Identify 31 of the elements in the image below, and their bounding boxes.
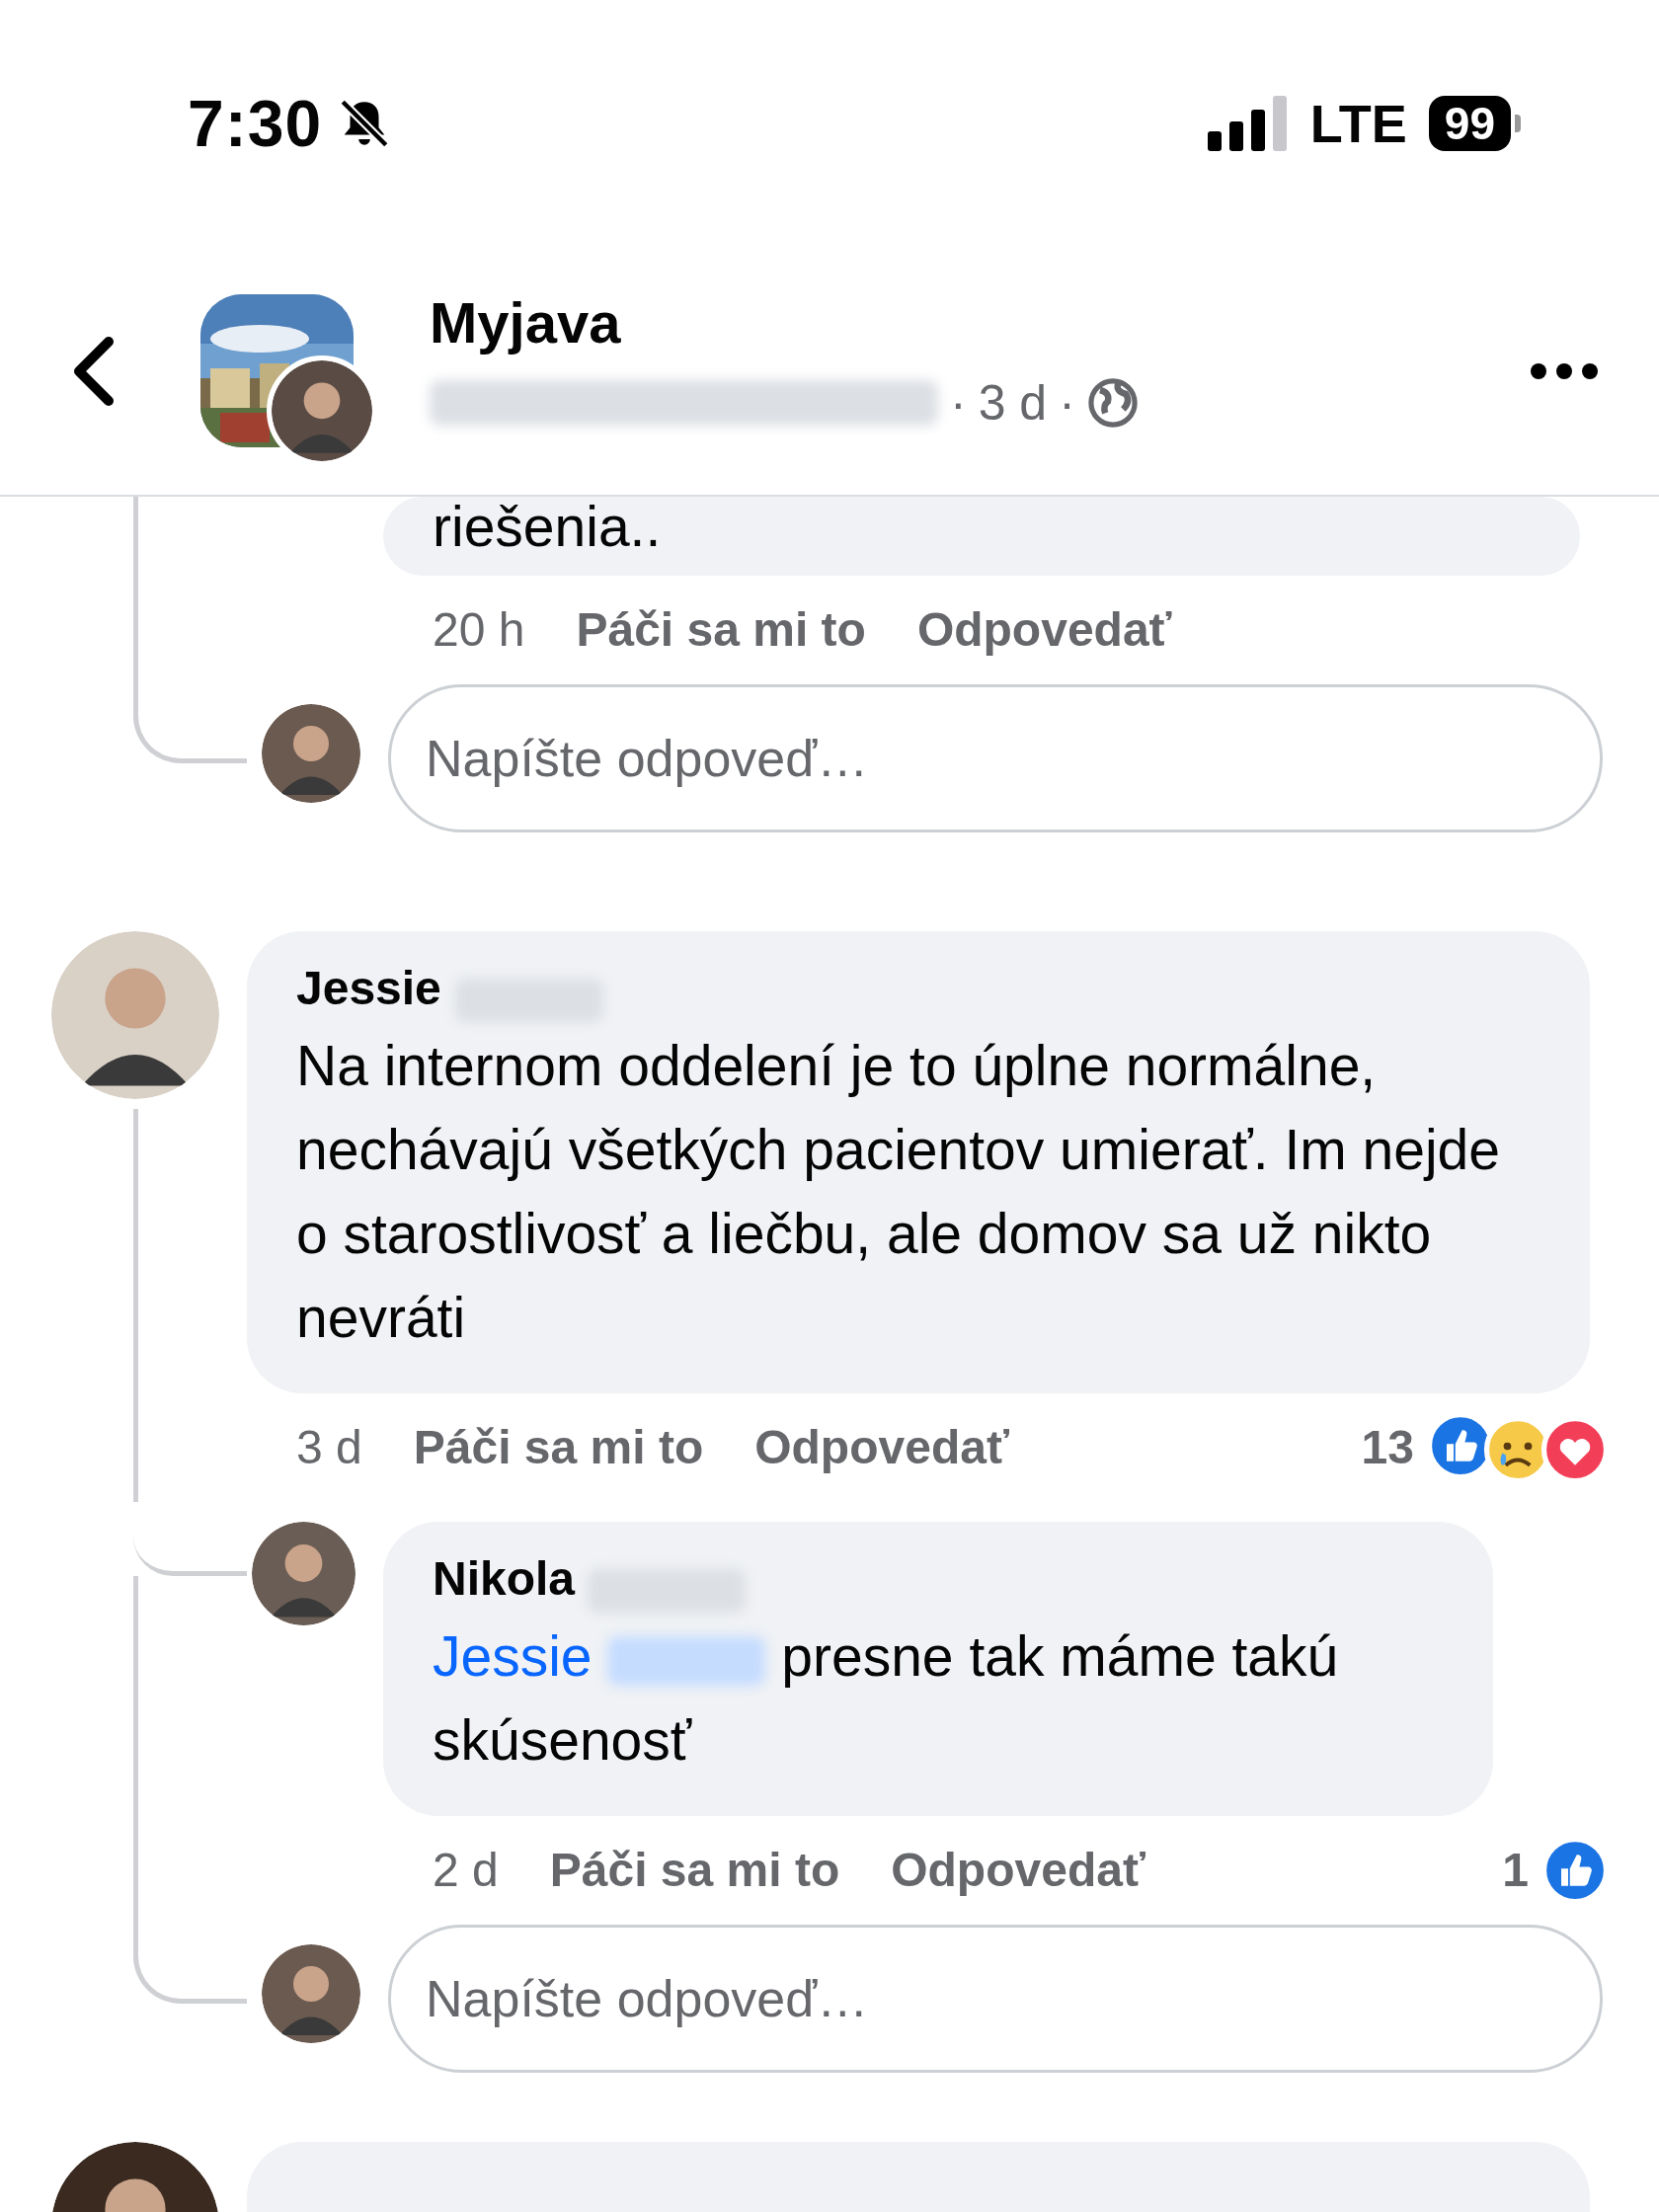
globe-icon	[1086, 377, 1139, 430]
signal-icon	[1207, 96, 1289, 151]
reply-text: Jessie presne tak máme takú skúsenosť	[433, 1623, 1340, 1774]
author-name: Jessie	[296, 961, 441, 1016]
comment-time: 20 h	[433, 602, 525, 658]
reply-link[interactable]: Odpovedať	[891, 1835, 1146, 1906]
like-link[interactable]: Páči sa mi to	[413, 1412, 704, 1483]
mention-link[interactable]: Jessie	[433, 1624, 592, 1688]
reply-input[interactable]: Napíšte odpoveď…	[388, 684, 1603, 832]
more-icon[interactable]	[1529, 360, 1600, 381]
comment-time: 3 d	[296, 1420, 362, 1475]
network-label: LTE	[1309, 92, 1407, 155]
comment-text: Na internom oddelení je to úplne normálne, nechávajú všetkých pacientov umierať. Im nejde o starostlivosť a liečbu, ale domov sa už nikto nevráti	[296, 1033, 1501, 1351]
post-age: 3 d	[978, 373, 1048, 433]
separator-dot: ·	[950, 373, 967, 433]
battery-tip-icon	[1515, 115, 1521, 132]
comment-text: riešenia..	[433, 497, 663, 556]
page-title: Myjava	[430, 291, 622, 355]
like-link[interactable]: Páči sa mi to	[549, 1835, 840, 1906]
reply-link[interactable]: Odpovedať	[754, 1412, 1009, 1483]
reaction-count: 1	[1502, 1843, 1529, 1898]
reply-link[interactable]: Odpovedať	[916, 594, 1172, 666]
author-name: Nikola	[433, 1551, 576, 1607]
separator-dot: ·	[1059, 373, 1075, 433]
comment-time: 2 d	[433, 1843, 499, 1898]
back-icon[interactable]	[71, 335, 117, 407]
like-link[interactable]: Páči sa mi to	[576, 594, 866, 666]
clock-time: 7:30	[188, 85, 323, 162]
battery-level: 99	[1428, 95, 1511, 152]
reply-input[interactable]: Napíšte odpoveď…	[388, 1925, 1603, 2073]
reaction-count: 13	[1361, 1420, 1414, 1475]
